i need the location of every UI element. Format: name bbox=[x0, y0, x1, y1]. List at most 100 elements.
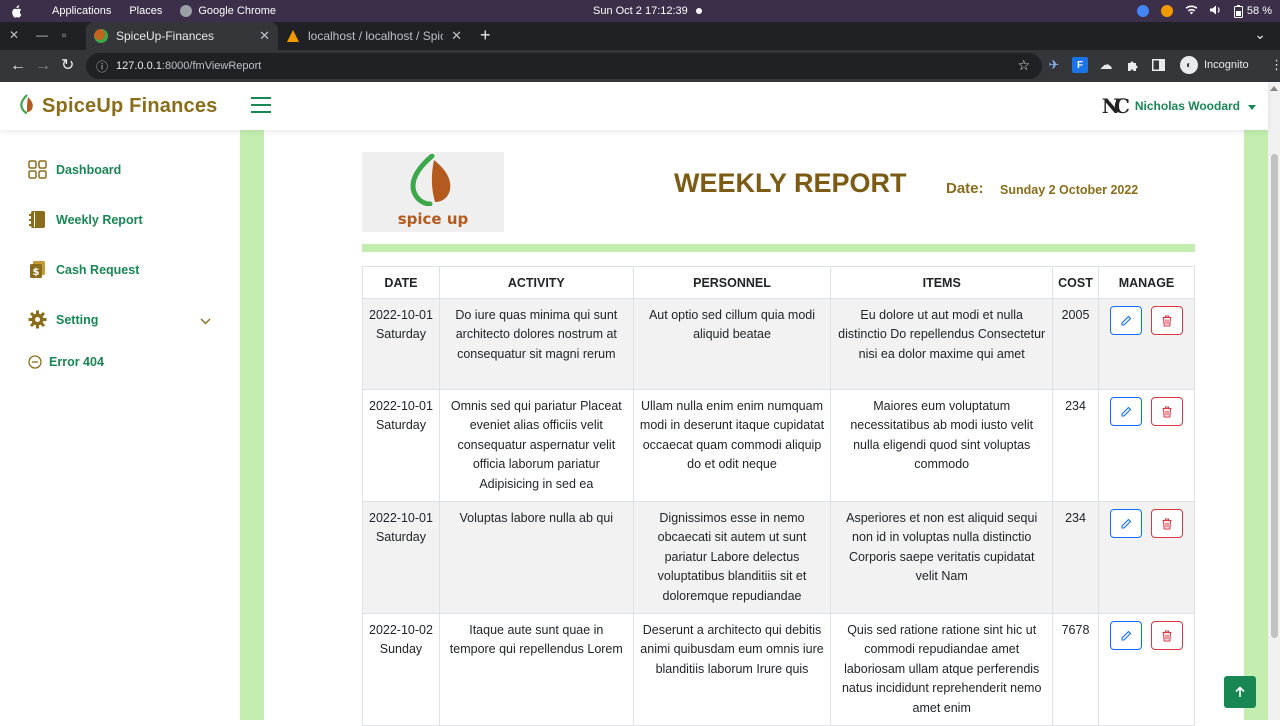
edit-button[interactable] bbox=[1109, 509, 1142, 539]
tab-close-icon[interactable]: ✕ bbox=[259, 28, 270, 44]
sidebar-toggle-hamburger-icon[interactable] bbox=[251, 97, 271, 113]
cell-personnel: Aut optio sed cillum quia modi aliquid b… bbox=[632, 298, 832, 390]
battery-percent: 58 % bbox=[1246, 5, 1272, 17]
table-row: 2022-10-02 Sunday Itaque aute sunt quae … bbox=[362, 613, 1195, 726]
url-host: 127.0.0.1 bbox=[116, 60, 162, 72]
clock[interactable]: Sun Oct 2 17:12:39 bbox=[593, 0, 702, 22]
logo-text: spice up bbox=[397, 210, 469, 228]
window-minimize-icon[interactable]: — bbox=[36, 28, 48, 42]
tab-localhost[interactable]: localhost / localhost / Spic ✕ bbox=[278, 22, 470, 50]
spiceup-favicon-icon bbox=[94, 29, 108, 43]
cell-activity: Do iure quas minima qui sunt architecto … bbox=[438, 298, 634, 390]
sidebar-item-weekly-report[interactable]: Weekly Report bbox=[28, 210, 143, 229]
back-arrow-icon[interactable]: ← bbox=[10, 56, 26, 76]
extension-cloud-icon[interactable]: ☁ bbox=[1098, 57, 1114, 73]
places-menu[interactable]: Places bbox=[129, 5, 162, 17]
delete-button[interactable] bbox=[1151, 509, 1184, 539]
apple-icon[interactable] bbox=[10, 4, 22, 18]
column-header-date: DATE bbox=[362, 266, 440, 299]
forward-arrow-icon[interactable]: → bbox=[35, 56, 51, 76]
page-scrollbar[interactable] bbox=[1268, 82, 1280, 720]
edit-button[interactable] bbox=[1109, 621, 1142, 651]
url-text: 127.0.0.1:8000/fmViewReport bbox=[116, 60, 261, 72]
cell-personnel: Dignissimos esse in nemo obcaecati sit a… bbox=[632, 501, 832, 615]
sidebar-item-cash-request[interactable]: $ Cash Request bbox=[28, 260, 139, 279]
browser-app-menu[interactable]: Google Chrome bbox=[180, 5, 276, 17]
incognito-indicator[interactable]: ◐ Incognito bbox=[1180, 56, 1249, 74]
cell-cost: 234 bbox=[1052, 501, 1100, 615]
incognito-icon: ◐ bbox=[1180, 56, 1198, 74]
incognito-label: Incognito bbox=[1204, 59, 1249, 71]
trash-icon bbox=[1162, 314, 1172, 327]
os-top-bar: Applications Places Google Chrome Sun Oc… bbox=[0, 0, 1280, 22]
table-row: 2022-10-01 Saturday Voluptas labore null… bbox=[362, 501, 1195, 615]
edit-button[interactable] bbox=[1109, 397, 1142, 426]
sidebar: Dashboard Weekly Report $ Cash Request S… bbox=[0, 130, 240, 720]
window-restore-icon[interactable]: ▫ bbox=[62, 28, 66, 42]
sidebar-item-label: Weekly Report bbox=[56, 212, 143, 227]
spiceup-logo-icon bbox=[408, 153, 458, 211]
table-row: 2022-10-01 Saturday Omnis sed qui pariat… bbox=[362, 388, 1195, 503]
cell-manage bbox=[1098, 388, 1195, 503]
window-close-icon[interactable]: ✕ bbox=[9, 28, 19, 42]
column-header-activity: ACTIVITY bbox=[438, 266, 634, 299]
back-to-top-button[interactable] bbox=[1224, 676, 1256, 708]
cell-manage bbox=[1098, 298, 1195, 390]
bookmark-star-icon[interactable]: ☆ bbox=[1017, 57, 1030, 74]
cell-items: Maiores eum voluptatum necessitatibus ab… bbox=[830, 388, 1054, 503]
cell-manage bbox=[1098, 501, 1195, 615]
pencil-icon bbox=[1121, 630, 1132, 641]
tab-title: SpiceUp-Finances bbox=[116, 29, 215, 43]
update-tray-icon[interactable] bbox=[1160, 5, 1173, 17]
cell-personnel: Ullam nulla enim enim numquam modi in de… bbox=[632, 388, 832, 503]
pencil-icon bbox=[1121, 315, 1132, 326]
chrome-tray-icon[interactable] bbox=[1136, 5, 1149, 17]
sidebar-item-dashboard[interactable]: Dashboard bbox=[28, 160, 121, 179]
table-header-row: DATE ACTIVITY PERSONNEL ITEMS COST MANAG… bbox=[362, 266, 1195, 299]
date-value: Sunday 2 October 2022 bbox=[1000, 183, 1139, 197]
scrollbar-thumb[interactable] bbox=[1271, 154, 1278, 638]
address-bar[interactable]: ⓘ 127.0.0.1:8000/fmViewReport ☆ bbox=[86, 53, 1042, 79]
delete-button[interactable] bbox=[1151, 621, 1184, 651]
side-panel-icon[interactable] bbox=[1150, 57, 1166, 73]
cell-items: Asperiores et non est aliquid sequi non … bbox=[830, 501, 1054, 615]
applications-menu[interactable]: Applications bbox=[52, 5, 111, 17]
extension-f-icon[interactable]: F bbox=[1072, 57, 1088, 73]
caret-down-icon bbox=[1248, 97, 1256, 115]
battery-indicator[interactable]: 58 % bbox=[1233, 4, 1272, 18]
sidebar-item-setting[interactable]: Setting bbox=[28, 310, 98, 329]
user-profile-dropdown[interactable]: NC Nicholas Woodard bbox=[1099, 92, 1256, 120]
volume-icon[interactable] bbox=[1209, 5, 1222, 18]
tab-spiceup-finances[interactable]: SpiceUp-Finances ✕ bbox=[86, 22, 278, 50]
report-logo: spice up bbox=[362, 152, 504, 232]
tab-search-chevron-icon[interactable]: ⌄ bbox=[1254, 26, 1266, 43]
info-icon[interactable]: ⓘ bbox=[96, 58, 108, 75]
brand-link[interactable]: SpiceUp Finances bbox=[18, 94, 217, 119]
reload-icon[interactable]: ↻ bbox=[61, 56, 74, 76]
wifi-icon[interactable] bbox=[1185, 4, 1198, 18]
sidebar-item-label: Setting bbox=[56, 312, 99, 327]
edit-button[interactable] bbox=[1109, 306, 1142, 335]
chevron-down-icon[interactable] bbox=[200, 312, 211, 325]
cell-items: Quis sed ratione ratione sint hic ut com… bbox=[830, 613, 1054, 726]
weekly-report-table: DATE ACTIVITY PERSONNEL ITEMS COST MANAG… bbox=[362, 266, 1195, 726]
column-header-cost: COST bbox=[1052, 266, 1100, 299]
brand-name: SpiceUp Finances bbox=[42, 95, 218, 117]
date-label: Date: bbox=[946, 180, 984, 197]
browser-menu-icon[interactable]: ⋮ bbox=[1269, 57, 1280, 73]
scroll-up-arrow-icon[interactable] bbox=[1270, 86, 1278, 91]
trash-icon bbox=[1162, 630, 1172, 642]
new-tab-plus-icon[interactable]: + bbox=[480, 25, 491, 46]
page-title: WEEKLY REPORT bbox=[674, 168, 907, 198]
gear-icon bbox=[28, 310, 47, 329]
extensions-puzzle-icon[interactable] bbox=[1124, 57, 1140, 73]
app-header: SpiceUp Finances NC Nicholas Woodard bbox=[0, 82, 1268, 130]
cell-activity: Itaque aute sunt quae in tempore qui rep… bbox=[438, 613, 634, 726]
extension-plane-icon[interactable]: ✈ bbox=[1046, 57, 1062, 73]
delete-button[interactable] bbox=[1151, 397, 1184, 426]
notebook-icon bbox=[28, 210, 47, 229]
delete-button[interactable] bbox=[1151, 306, 1184, 335]
tab-close-icon[interactable]: ✕ bbox=[451, 28, 462, 44]
sidebar-item-error-404[interactable]: Error 404 bbox=[28, 355, 104, 369]
cell-date: 2022-10-01 Saturday bbox=[362, 298, 440, 390]
